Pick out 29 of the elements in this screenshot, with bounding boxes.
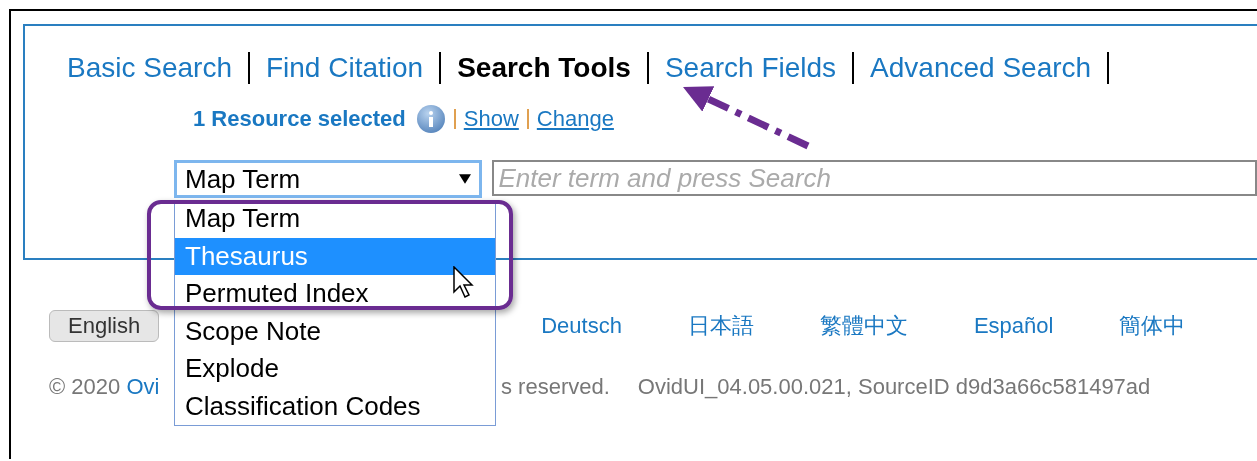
search-field[interactable]: Enter term and press Search bbox=[492, 160, 1257, 196]
search-tab[interactable]: Basic Search bbox=[67, 52, 232, 84]
resource-link[interactable]: Change bbox=[536, 106, 614, 132]
language-link[interactable]: 日本語 bbox=[687, 311, 754, 341]
search-tab[interactable]: Advanced Search bbox=[870, 52, 1092, 84]
company-link[interactable]: Ovi bbox=[126, 374, 160, 399]
resource-status: 1 Resource selected bbox=[193, 106, 406, 132]
caret-icon bbox=[459, 174, 472, 184]
language-link[interactable]: Deutsch bbox=[541, 313, 622, 339]
language-link[interactable]: English bbox=[49, 310, 160, 342]
info-icon[interactable] bbox=[415, 104, 446, 134]
resource-link[interactable]: Show bbox=[463, 106, 519, 132]
language-link[interactable]: Español bbox=[973, 313, 1054, 339]
rights-text: s reserved. bbox=[501, 374, 610, 400]
search-tab[interactable]: Search Tools bbox=[457, 52, 631, 84]
cursor-icon bbox=[453, 266, 475, 298]
language-link[interactable]: 簡体中 bbox=[1119, 311, 1186, 341]
dropdown-option[interactable]: Explode bbox=[175, 350, 495, 388]
search-type-select[interactable]: Map Term bbox=[174, 160, 483, 198]
dropdown-option[interactable]: Scope Note bbox=[175, 312, 495, 350]
search-tab[interactable]: Search Fields bbox=[664, 52, 837, 84]
search-tab[interactable]: Find Citation bbox=[265, 52, 424, 84]
version-text: OvidUI_04.05.00.021, SourceID d9d3a66c581497ad bbox=[637, 374, 1151, 400]
copyright-text: © 2020 bbox=[49, 374, 122, 399]
dropdown-option[interactable]: Permuted Index bbox=[175, 275, 495, 313]
dropdown-option[interactable]: Classification Codes bbox=[175, 387, 495, 425]
dropdown-option[interactable]: Map Term bbox=[175, 200, 495, 238]
dropdown-option[interactable]: Thesaurus bbox=[175, 237, 495, 275]
language-link[interactable]: 繁體中文 bbox=[819, 311, 908, 341]
